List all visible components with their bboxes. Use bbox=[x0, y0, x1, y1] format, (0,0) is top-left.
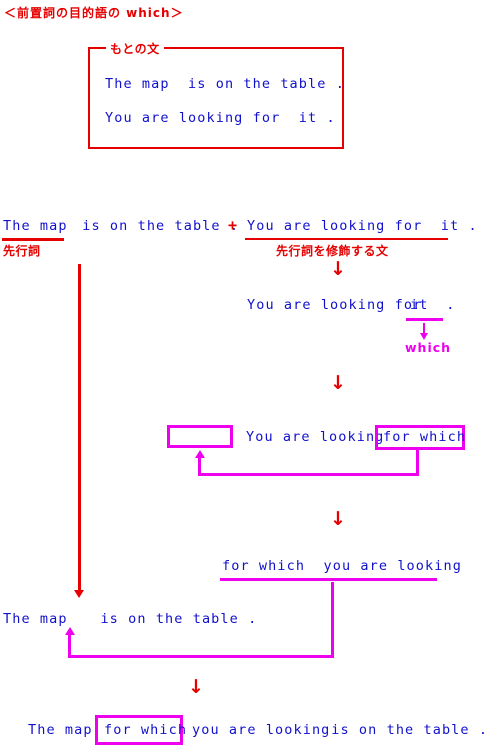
antecedent-flow-arrowhead bbox=[74, 590, 84, 598]
pronoun-sentence-before: You are looking for bbox=[247, 297, 432, 313]
page-title: ＜前置詞の目的語の which＞ bbox=[4, 6, 184, 20]
final-middle: you are looking bbox=[192, 722, 331, 738]
step-arrow-3: ↓ bbox=[330, 508, 346, 530]
gap-box bbox=[167, 425, 233, 448]
pronoun-replacement-arrowhead bbox=[420, 333, 428, 340]
insert-loop-bottom-segment bbox=[68, 655, 334, 658]
step-arrow-2: ↓ bbox=[330, 372, 346, 394]
move-loop-bottom-segment bbox=[198, 473, 419, 476]
step-arrow-1: ↓ bbox=[330, 258, 346, 280]
pronoun-it: it bbox=[410, 297, 429, 313]
insert-loop-left-segment bbox=[68, 635, 71, 658]
insert-loop-arrowhead bbox=[65, 627, 75, 635]
original-sentence-1: The map is on the table . bbox=[105, 76, 345, 92]
relative-clause-text: You are looking for it . bbox=[247, 218, 478, 234]
antecedent-text: The map bbox=[3, 218, 68, 234]
final-prefix: The map bbox=[28, 722, 93, 738]
move-subject-text: You are looking bbox=[246, 429, 385, 445]
pronoun-sentence-after: . bbox=[437, 297, 456, 313]
final-suffix: is on the table . bbox=[322, 722, 489, 738]
original-sentence-legend: もとの文 bbox=[106, 40, 164, 57]
move-loop-arrowhead bbox=[195, 450, 205, 458]
reordered-clause-text: for which you are looking bbox=[222, 558, 462, 574]
move-loop-left-segment bbox=[198, 458, 201, 476]
pronoun-underline bbox=[406, 318, 443, 321]
antecedent-sentence-end: is on the table . bbox=[82, 611, 258, 627]
insert-loop-right-segment bbox=[331, 582, 334, 658]
reordered-clause-underline bbox=[220, 578, 437, 581]
antecedent-underline bbox=[2, 238, 64, 241]
relative-clause-label: 先行詞を修飾する文 bbox=[276, 244, 389, 258]
relative-pronoun-which: which bbox=[405, 340, 452, 355]
final-boxed-phrase: for which bbox=[104, 722, 188, 738]
relative-clause-underline bbox=[245, 238, 448, 240]
step-arrow-4: ↓ bbox=[188, 676, 204, 698]
moved-phrase-text: for which bbox=[383, 429, 467, 445]
plus-sign: + bbox=[228, 216, 239, 234]
original-sentence-box: もとの文 bbox=[88, 40, 344, 149]
antecedent-label: 先行詞 bbox=[3, 244, 41, 258]
antecedent-rest: is on the table . bbox=[73, 218, 240, 234]
antecedent-sentence-start: The map bbox=[3, 611, 68, 627]
antecedent-flow-line bbox=[78, 264, 81, 592]
original-sentence-2: You are looking for it . bbox=[105, 110, 336, 126]
